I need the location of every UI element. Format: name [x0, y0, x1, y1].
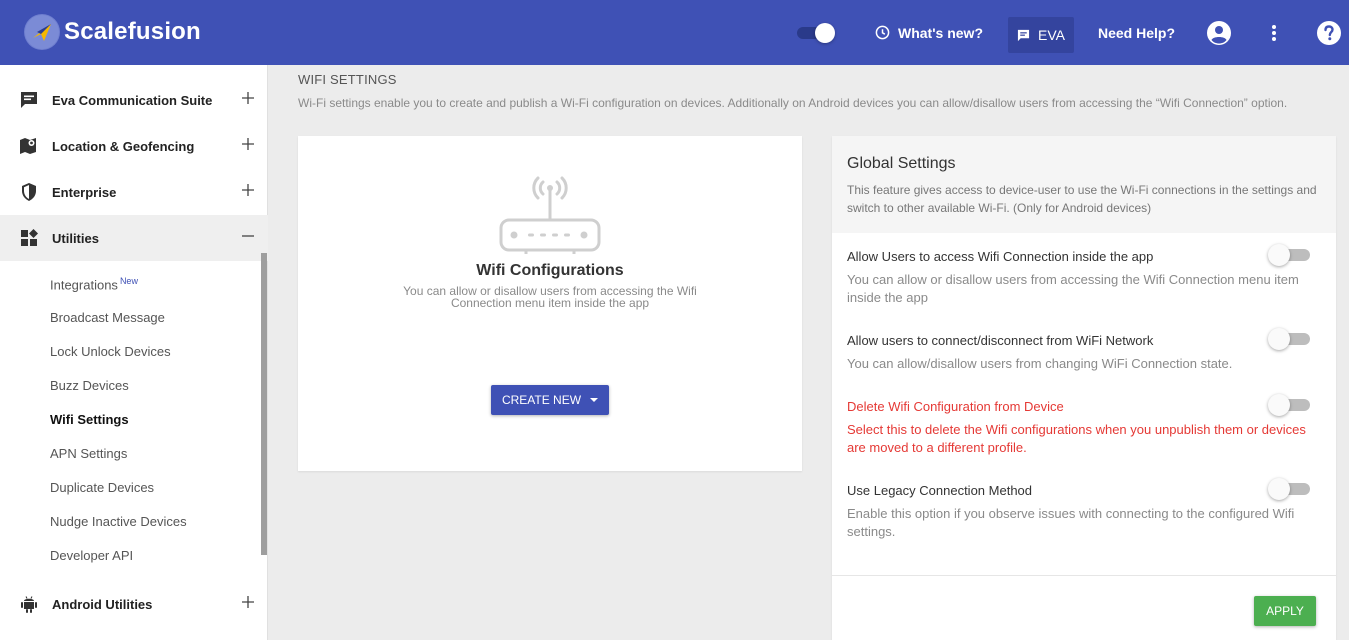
toggle-knob [1268, 244, 1290, 266]
divider [832, 575, 1336, 576]
logo-icon [24, 14, 60, 50]
wifi-card-title: Wifi Configurations [476, 262, 624, 279]
router-icon [499, 176, 601, 254]
eva-button[interactable]: EVA [1008, 17, 1074, 53]
sidebar-subitem-apn-settings[interactable]: APN Settings [50, 446, 127, 461]
new-badge: New [119, 276, 138, 286]
option-title-access-wifi: Allow Users to access Wifi Connection in… [847, 249, 1154, 264]
wifi-configurations-card: Wifi Configurations You can allow or dis… [298, 136, 802, 471]
sidebar-subitem-duplicate-devices[interactable]: Duplicate Devices [50, 480, 154, 495]
toggle-knob [1268, 478, 1290, 500]
sidebar-subitem-lock-unlock-devices[interactable]: Lock Unlock Devices [50, 344, 171, 359]
option-title-delete-wifi-config: Delete Wifi Configuration from Device [847, 399, 1064, 414]
page-title: WIFI SETTINGS [298, 72, 397, 87]
toggle-access-wifi[interactable] [1266, 244, 1312, 266]
plus-icon[interactable] [240, 182, 256, 198]
option-desc-access-wifi: You can allow or disallow users from acc… [847, 272, 1299, 305]
sidebar-item-label: Utilities [52, 230, 99, 246]
header-toggle[interactable] [797, 22, 837, 43]
map-marker-icon [20, 138, 36, 154]
apply-button[interactable]: APPLY [1254, 596, 1316, 626]
scalefusion-logo[interactable]: Scalefusion [24, 14, 201, 50]
option-title-legacy-connection: Use Legacy Connection Method [847, 483, 1033, 498]
sidebar-subitem-broadcast-message[interactable]: Broadcast Message [50, 310, 165, 325]
more-menu-button[interactable] [1271, 0, 1277, 65]
toggle-connect-disconnect[interactable] [1266, 328, 1312, 350]
option-desc-legacy-connection: Enable this option if you observe issues… [847, 506, 1295, 539]
top-header: Scalefusion What's new? EVA Need Help? [0, 0, 1349, 65]
sidebar-item-enterprise[interactable]: Enterprise [0, 169, 268, 215]
create-new-button[interactable]: CREATE NEW [491, 385, 609, 415]
global-settings-header: Global Settings This feature gives acces… [832, 136, 1336, 233]
sidebar-item-utilities[interactable]: Utilities [0, 215, 268, 261]
sidebar-subitem-buzz-devices[interactable]: Buzz Devices [50, 378, 129, 393]
shield-icon [22, 183, 36, 201]
minus-icon[interactable] [240, 228, 256, 244]
wifi-card-description: You can allow or disallow users from acc… [403, 284, 697, 310]
toggle-legacy-connection[interactable] [1266, 478, 1312, 500]
option-desc-connect-disconnect: You can allow/disallow users from changi… [847, 356, 1233, 371]
sidebar: Eva Communication Suite Location & Geofe… [0, 65, 268, 640]
eva-label: EVA [1038, 27, 1065, 43]
widgets-icon [21, 229, 38, 246]
global-settings-title: Global Settings [847, 155, 956, 172]
toggle-delete-wifi-config[interactable] [1266, 394, 1312, 416]
plus-icon[interactable] [240, 90, 256, 106]
sidebar-item-label: Eva Communication Suite [52, 92, 213, 108]
sidebar-item-label: Android Utilities [52, 596, 153, 612]
sidebar-subitem-wifi-settings[interactable]: Wifi Settings [50, 412, 129, 427]
need-help-link[interactable]: Need Help? [1098, 0, 1175, 65]
plus-icon[interactable] [240, 594, 256, 610]
sidebar-item-location-geofencing[interactable]: Location & Geofencing [0, 123, 268, 169]
whats-new-link[interactable]: What's new? [875, 0, 983, 65]
account-button[interactable] [1206, 0, 1232, 65]
sidebar-item-label: Location & Geofencing [52, 138, 195, 154]
plus-icon[interactable] [240, 136, 256, 152]
logo-text: Scalefusion [64, 18, 201, 45]
whats-new-label: What's new? [898, 24, 983, 41]
sidebar-scrollbar[interactable] [261, 253, 267, 555]
more-vertical-icon [1272, 24, 1276, 41]
account-icon [1207, 20, 1231, 45]
sidebar-subitem-integrations[interactable]: Integrations New [50, 276, 138, 292]
toggle-knob [1268, 394, 1290, 416]
need-help-label: Need Help? [1098, 24, 1176, 41]
sidebar-item-label: Enterprise [52, 184, 117, 200]
create-new-label: CREATE NEW [501, 393, 582, 407]
global-settings-description: This feature gives access to device-user… [847, 183, 1317, 215]
sidebar-item-android-utilities[interactable]: Android Utilities [0, 581, 268, 627]
toggle-knob [1268, 328, 1290, 350]
chat-icon [21, 92, 37, 108]
option-desc-delete-wifi-config: Select this to delete the Wifi configura… [847, 422, 1306, 455]
sidebar-item-eva-communication-suite[interactable]: Eva Communication Suite [0, 77, 268, 123]
clock-icon [875, 25, 890, 40]
sidebar-subitem-developer-api[interactable]: Developer API [50, 548, 133, 563]
sidebar-subitem-nudge-inactive-devices[interactable]: Nudge Inactive Devices [50, 514, 187, 529]
chat-icon [1017, 29, 1030, 41]
option-title-connect-disconnect: Allow users to connect/disconnect from W… [847, 333, 1154, 348]
caret-down-icon [590, 398, 599, 402]
help-button[interactable] [1316, 0, 1342, 65]
header-toggle-knob [815, 23, 835, 43]
sidebar-subitem-label: Integrations [50, 277, 118, 293]
global-settings-card: Global Settings This feature gives acces… [832, 136, 1336, 640]
page-description: Wi-Fi settings enable you to create and … [298, 96, 1288, 110]
android-icon [21, 596, 37, 613]
help-icon [1317, 20, 1341, 45]
